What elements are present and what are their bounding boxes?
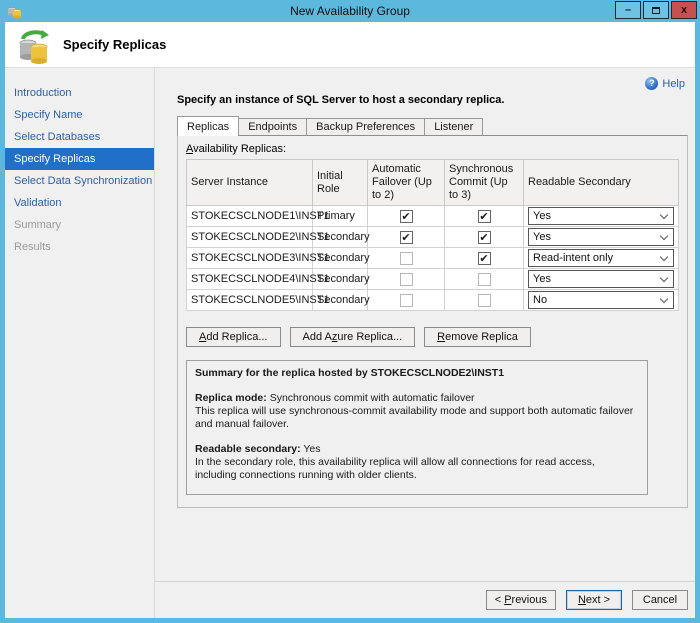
sidebar-item-introduction[interactable]: Introduction <box>5 82 154 104</box>
sidebar-item-results: Results <box>5 236 154 258</box>
table-row: STOKECSCLNODE3\INST1 Secondary Read-inte… <box>187 248 679 269</box>
readable-secondary-dropdown[interactable]: Yes <box>528 207 674 225</box>
server-instance-cell: STOKECSCLNODE4\INST1 <box>187 269 313 290</box>
sidebar-item-validation[interactable]: Validation <box>5 192 154 214</box>
automatic-failover-checkbox[interactable] <box>400 231 413 244</box>
column-header-initial-role: Initial Role <box>313 160 368 206</box>
summary-title: Summary for the replica hosted by STOKEC… <box>195 367 639 380</box>
minimize-button[interactable]: – <box>615 1 641 19</box>
initial-role-cell: Secondary <box>313 227 368 248</box>
chevron-down-icon <box>660 294 668 302</box>
chevron-down-icon <box>660 210 668 218</box>
initial-role-cell: Primary <box>313 206 368 227</box>
readable-secondary-line: Readable secondary: Yes <box>195 443 639 456</box>
tab-listener[interactable]: Listener <box>424 118 483 135</box>
instruction-text: Specify an instance of SQL Server to hos… <box>177 94 688 106</box>
synchronous-commit-checkbox[interactable] <box>478 210 491 223</box>
server-instance-cell: STOKECSCLNODE2\INST1 <box>187 227 313 248</box>
availability-replicas-label: Availability Replicas: <box>186 143 679 155</box>
initial-role-cell: Secondary <box>313 269 368 290</box>
table-row: STOKECSCLNODE2\INST1 Secondary Yes <box>187 227 679 248</box>
previous-button[interactable]: < Previous <box>486 590 556 610</box>
server-instance-cell: STOKECSCLNODE1\INST1 <box>187 206 313 227</box>
replicas-database-icon <box>15 27 53 65</box>
automatic-failover-checkbox[interactable] <box>400 273 413 286</box>
grid-header-row: Server Instance Initial Role Automatic F… <box>187 160 679 206</box>
table-row: STOKECSCLNODE4\INST1 Secondary Yes <box>187 269 679 290</box>
new-availability-group-dialog: New Availability Group – x <box>0 0 700 623</box>
maximize-icon <box>652 7 660 14</box>
readable-secondary-dropdown[interactable]: Read-intent only <box>528 249 674 267</box>
automatic-failover-checkbox[interactable] <box>400 210 413 223</box>
page-title: Specify Replicas <box>63 37 166 52</box>
help-link[interactable]: ? Help <box>645 77 685 90</box>
wizard-header: Specify Replicas <box>5 22 695 68</box>
wizard-footer: < Previous Next > Cancel <box>155 581 695 618</box>
sidebar-item-select-databases[interactable]: Select Databases <box>5 126 154 148</box>
synchronous-commit-checkbox[interactable] <box>478 231 491 244</box>
wizard-steps-sidebar: Introduction Specify Name Select Databas… <box>5 68 154 618</box>
tab-strip: Replicas Endpoints Backup Preferences Li… <box>177 116 688 135</box>
readable-secondary-dropdown[interactable]: Yes <box>528 228 674 246</box>
help-label: Help <box>662 78 685 90</box>
synchronous-commit-checkbox[interactable] <box>478 252 491 265</box>
tab-replicas[interactable]: Replicas <box>177 116 239 136</box>
sidebar-item-specify-replicas[interactable]: Specify Replicas <box>5 148 154 170</box>
synchronous-commit-checkbox[interactable] <box>478 273 491 286</box>
help-icon: ? <box>645 77 658 90</box>
minimize-icon: – <box>625 4 631 16</box>
automatic-failover-checkbox[interactable] <box>400 294 413 307</box>
readable-secondary-dropdown[interactable]: Yes <box>528 270 674 288</box>
tab-backup-preferences[interactable]: Backup Preferences <box>306 118 425 135</box>
replica-mode-description: This replica will use synchronous-commit… <box>195 405 639 431</box>
replicas-tab-page: Availability Replicas: Server Instance I… <box>177 135 688 508</box>
initial-role-cell: Secondary <box>313 290 368 311</box>
column-header-synchronous-commit: Synchronous Commit (Up to 3) <box>445 160 524 206</box>
page-content: ? Help Specify an instance of SQL Server… <box>155 68 695 581</box>
chevron-down-icon <box>660 231 668 239</box>
chevron-down-icon <box>660 252 668 260</box>
chevron-down-icon <box>660 273 668 281</box>
server-instance-cell: STOKECSCLNODE5\INST1 <box>187 290 313 311</box>
sidebar-item-specify-name[interactable]: Specify Name <box>5 104 154 126</box>
sidebar-item-summary: Summary <box>5 214 154 236</box>
cancel-button[interactable]: Cancel <box>632 590 688 610</box>
add-azure-replica-button[interactable]: Add Azure Replica... <box>290 327 416 347</box>
titlebar: New Availability Group – x <box>0 0 700 22</box>
replica-mode-line: Replica mode: Synchronous commit with au… <box>195 392 639 405</box>
automatic-failover-checkbox[interactable] <box>400 252 413 265</box>
add-replica-button[interactable]: Add Replica... <box>186 327 281 347</box>
initial-role-cell: Secondary <box>313 248 368 269</box>
column-header-server-instance: Server Instance <box>187 160 313 206</box>
server-instance-cell: STOKECSCLNODE3\INST1 <box>187 248 313 269</box>
tab-endpoints[interactable]: Endpoints <box>238 118 307 135</box>
table-row: STOKECSCLNODE1\INST1 Primary Yes <box>187 206 679 227</box>
replica-summary-box: Summary for the replica hosted by STOKEC… <box>186 360 648 495</box>
maximize-button[interactable] <box>643 1 669 19</box>
readable-secondary-description: In the secondary role, this availability… <box>195 456 639 482</box>
sidebar-item-select-data-synchronization[interactable]: Select Data Synchronization <box>5 170 154 192</box>
remove-replica-button[interactable]: Remove Replica <box>424 327 531 347</box>
availability-replicas-grid: Server Instance Initial Role Automatic F… <box>186 159 679 311</box>
close-button[interactable]: x <box>671 1 697 19</box>
table-row: STOKECSCLNODE5\INST1 Secondary No <box>187 290 679 311</box>
synchronous-commit-checkbox[interactable] <box>478 294 491 307</box>
readable-secondary-dropdown[interactable]: No <box>528 291 674 309</box>
window-title: New Availability Group <box>0 4 700 18</box>
column-header-readable-secondary: Readable Secondary <box>524 160 679 206</box>
next-button[interactable]: Next > <box>566 590 622 610</box>
close-icon: x <box>681 4 687 16</box>
column-header-automatic-failover: Automatic Failover (Up to 2) <box>368 160 445 206</box>
